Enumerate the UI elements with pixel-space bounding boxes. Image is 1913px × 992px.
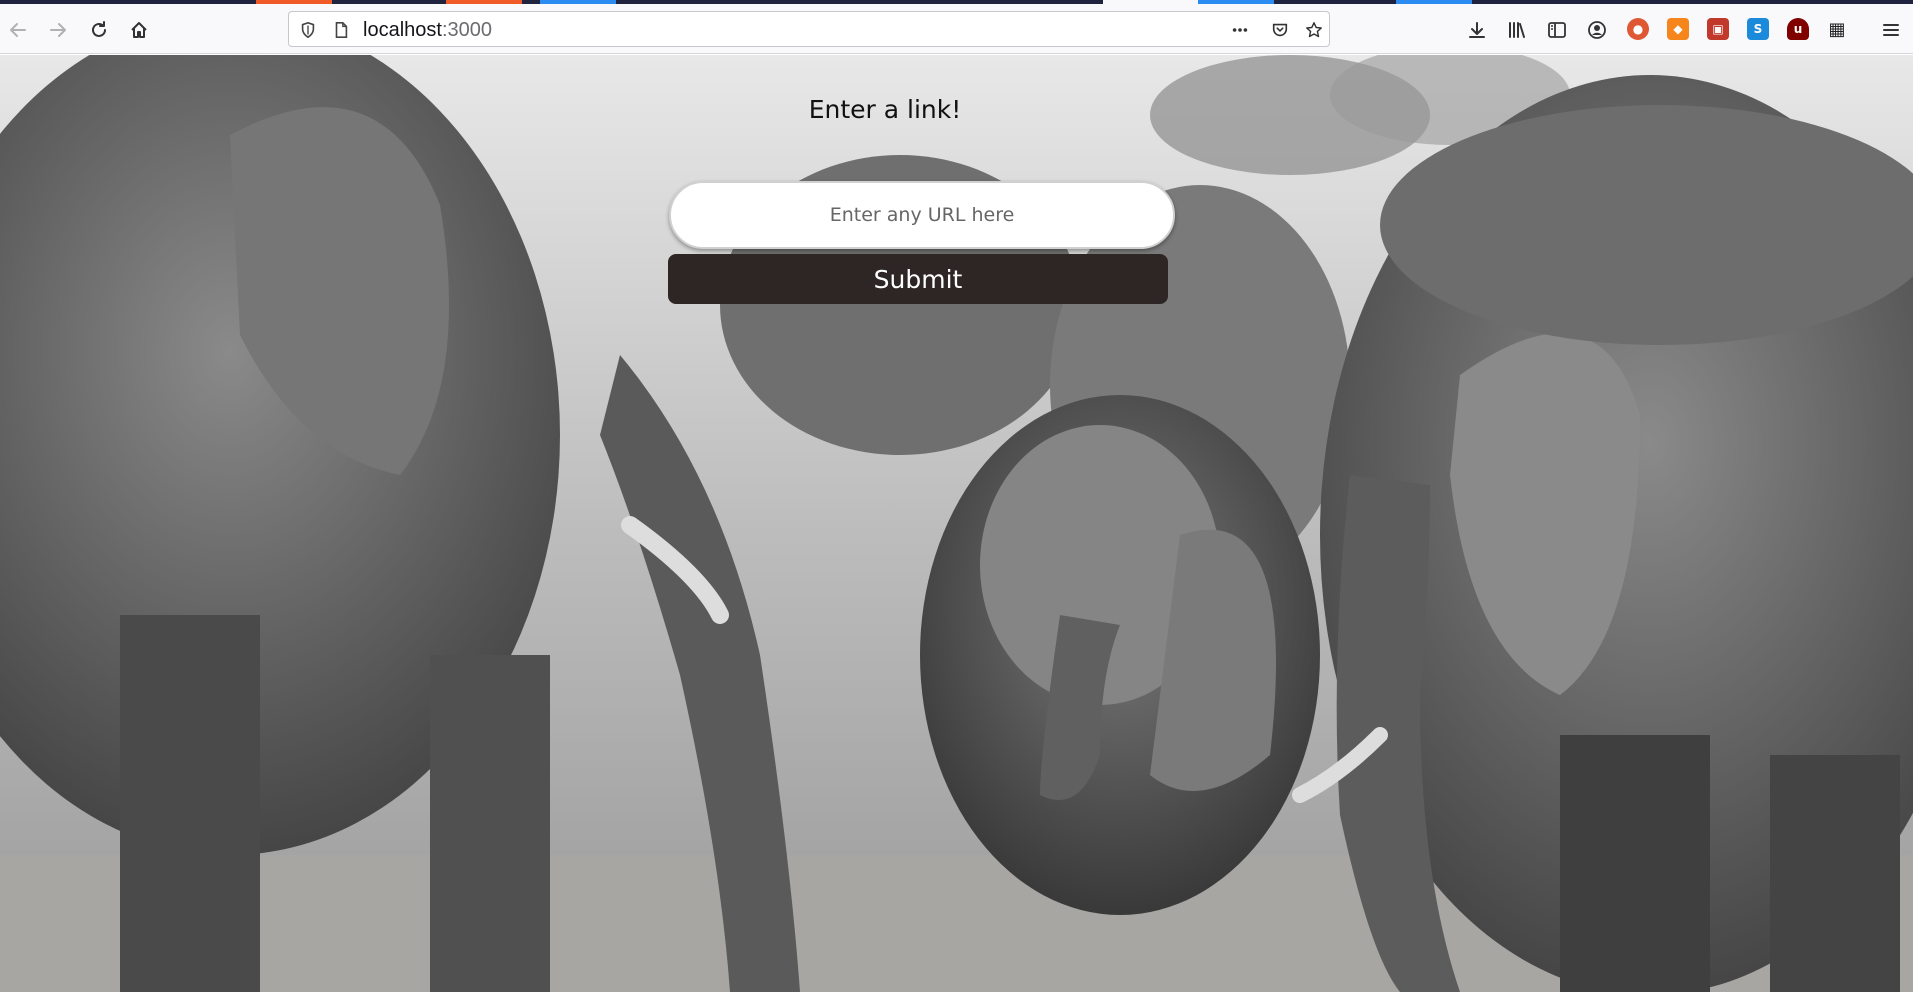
url-text[interactable]: localhost:3000 — [363, 19, 492, 42]
metamask-glyph: ◆ — [1673, 22, 1683, 36]
duckduckgo-glyph: ● — [1632, 22, 1644, 36]
address-bar[interactable]: localhost:3000 — [288, 11, 1330, 47]
page-viewport: Enter a link! Submit — [0, 55, 1913, 992]
s-extension-icon[interactable]: S — [1747, 18, 1769, 40]
url-port: :3000 — [441, 19, 492, 41]
pocket-button[interactable] — [1269, 19, 1291, 41]
home-button[interactable] — [124, 15, 154, 45]
menu-button[interactable] — [1876, 15, 1906, 45]
submit-button[interactable]: Submit — [668, 254, 1168, 304]
shield-icon — [301, 21, 315, 39]
navigation-toolbar: localhost:3000 ● ◆ ▣ S u ▦ — [0, 4, 1913, 54]
ublock-glyph: u — [1793, 22, 1803, 36]
s-extension-glyph: S — [1753, 22, 1763, 36]
url-input[interactable] — [669, 181, 1175, 249]
red-extension-glyph: ▣ — [1712, 22, 1724, 36]
library-button[interactable] — [1502, 15, 1532, 45]
page-title: Enter a link! — [808, 95, 962, 124]
page-icon — [335, 21, 348, 39]
duckduckgo-extension-icon[interactable]: ● — [1627, 18, 1649, 40]
url-host: localhost — [363, 19, 442, 41]
pocket-icon — [1272, 23, 1288, 37]
page-actions-button[interactable] — [1229, 19, 1251, 41]
back-button[interactable] — [3, 15, 33, 45]
red-extension-icon[interactable]: ▣ — [1707, 18, 1729, 40]
grid-glyph: ▦ — [1828, 18, 1846, 40]
reload-icon — [92, 21, 106, 37]
hamburger-menu-icon — [1883, 24, 1899, 36]
star-icon — [1306, 22, 1322, 38]
downloads-button[interactable] — [1462, 15, 1492, 45]
tracking-protection-button[interactable] — [297, 19, 319, 41]
more-dots-icon — [1232, 28, 1248, 32]
account-button[interactable] — [1582, 15, 1612, 45]
bookmark-button[interactable] — [1303, 19, 1325, 41]
sidebar-icon — [1548, 22, 1566, 38]
back-arrow-icon — [10, 23, 26, 37]
ublock-extension-icon[interactable]: u — [1787, 18, 1809, 40]
library-icon — [1509, 22, 1525, 38]
forward-button[interactable] — [43, 15, 73, 45]
site-info-button[interactable] — [330, 19, 352, 41]
forward-arrow-icon — [50, 23, 66, 37]
home-icon — [131, 22, 147, 38]
download-icon — [1469, 22, 1485, 38]
account-icon — [1588, 21, 1606, 39]
sidebar-button[interactable] — [1542, 15, 1572, 45]
metamask-extension-icon[interactable]: ◆ — [1667, 18, 1689, 40]
grid-extension-icon[interactable]: ▦ — [1826, 18, 1848, 40]
reload-button[interactable] — [84, 15, 114, 45]
